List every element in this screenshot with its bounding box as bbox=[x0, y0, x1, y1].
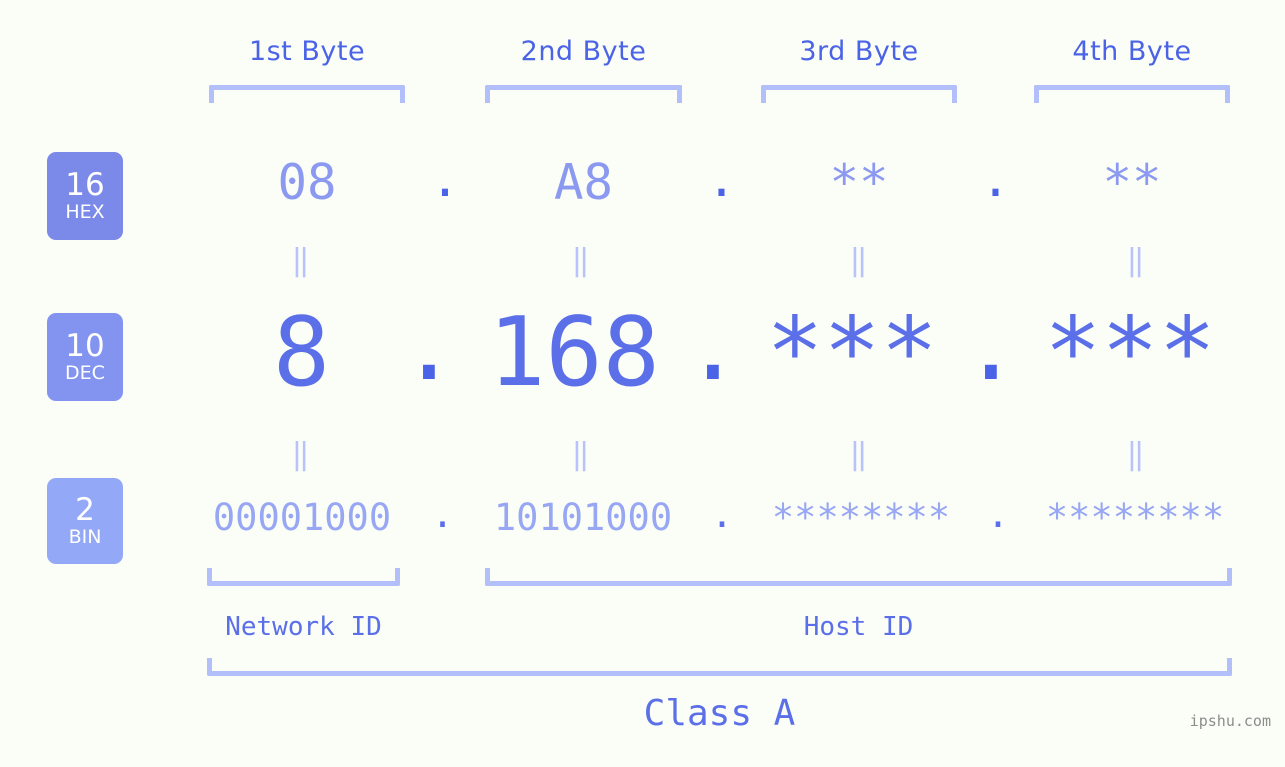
dec-byte-1: 8 bbox=[272, 298, 331, 408]
base-badge-hex-label: HEX bbox=[65, 200, 105, 223]
dec-byte-4: *** bbox=[1044, 298, 1216, 408]
bin-separator-3: . bbox=[986, 493, 1010, 536]
class-bracket bbox=[207, 658, 1232, 676]
byte-bracket-4 bbox=[1034, 85, 1230, 103]
dec-separator-2: . bbox=[684, 292, 742, 402]
dec-separator-1: . bbox=[400, 292, 458, 402]
bin-byte-2: 10101000 bbox=[493, 496, 673, 539]
byte-bracket-2 bbox=[485, 85, 682, 103]
base-badge-bin-label: BIN bbox=[68, 525, 102, 548]
base-badge-hex-number: 16 bbox=[65, 166, 105, 203]
byte-bracket-3 bbox=[761, 85, 957, 103]
hex-separator-2: . bbox=[706, 151, 737, 208]
base-badge-dec-label: DEC bbox=[65, 361, 105, 384]
bin-byte-4: ******** bbox=[1045, 496, 1225, 539]
hex-byte-4: ** bbox=[1102, 154, 1162, 211]
dec-byte-3: *** bbox=[766, 298, 938, 408]
equals-mark-dec-bin-4: ‖ bbox=[1126, 437, 1146, 472]
host-id-bracket bbox=[485, 568, 1232, 586]
host-id-label: Host ID bbox=[803, 612, 914, 642]
base-badge-bin: 2 BIN bbox=[47, 478, 123, 564]
base-badge-dec: 10 DEC bbox=[47, 313, 123, 401]
network-id-label: Network ID bbox=[225, 612, 382, 642]
bin-byte-1: 00001000 bbox=[212, 496, 392, 539]
hex-byte-2: A8 bbox=[553, 154, 613, 211]
equals-mark-dec-bin-3: ‖ bbox=[849, 437, 869, 472]
base-badge-hex: 16 HEX bbox=[47, 152, 123, 240]
watermark: ipshu.com bbox=[1189, 712, 1271, 730]
network-id-bracket bbox=[207, 568, 400, 586]
bin-byte-3: ******** bbox=[771, 496, 951, 539]
bin-separator-2: . bbox=[710, 493, 734, 536]
equals-mark-dec-bin-1: ‖ bbox=[291, 437, 311, 472]
byte-header-4: 4th Byte bbox=[1072, 36, 1192, 67]
class-label: Class A bbox=[643, 693, 796, 734]
hex-separator-3: . bbox=[980, 151, 1011, 208]
hex-separator-1: . bbox=[430, 151, 460, 208]
bin-separator-1: . bbox=[431, 493, 454, 536]
base-badge-dec-number: 10 bbox=[65, 327, 105, 364]
hex-byte-1: 08 bbox=[277, 154, 337, 211]
hex-byte-3: ** bbox=[829, 154, 889, 211]
equals-mark-dec-bin-2: ‖ bbox=[571, 437, 591, 472]
byte-header-1: 1st Byte bbox=[248, 36, 366, 67]
byte-header-2: 2nd Byte bbox=[520, 36, 647, 67]
dec-byte-2: 168 bbox=[488, 298, 660, 408]
dec-separator-3: . bbox=[962, 292, 1020, 402]
equals-mark-hex-dec-3: ‖ bbox=[849, 243, 869, 278]
equals-mark-hex-dec-4: ‖ bbox=[1126, 243, 1146, 278]
equals-mark-hex-dec-1: ‖ bbox=[291, 243, 311, 278]
byte-bracket-1 bbox=[209, 85, 405, 103]
base-badge-bin-number: 2 bbox=[75, 491, 95, 528]
equals-mark-hex-dec-2: ‖ bbox=[571, 243, 591, 278]
ip-address-breakdown-diagram: 1st Byte 2nd Byte 3rd Byte 4th Byte 16 H… bbox=[0, 0, 1285, 767]
byte-header-3: 3rd Byte bbox=[799, 36, 919, 67]
